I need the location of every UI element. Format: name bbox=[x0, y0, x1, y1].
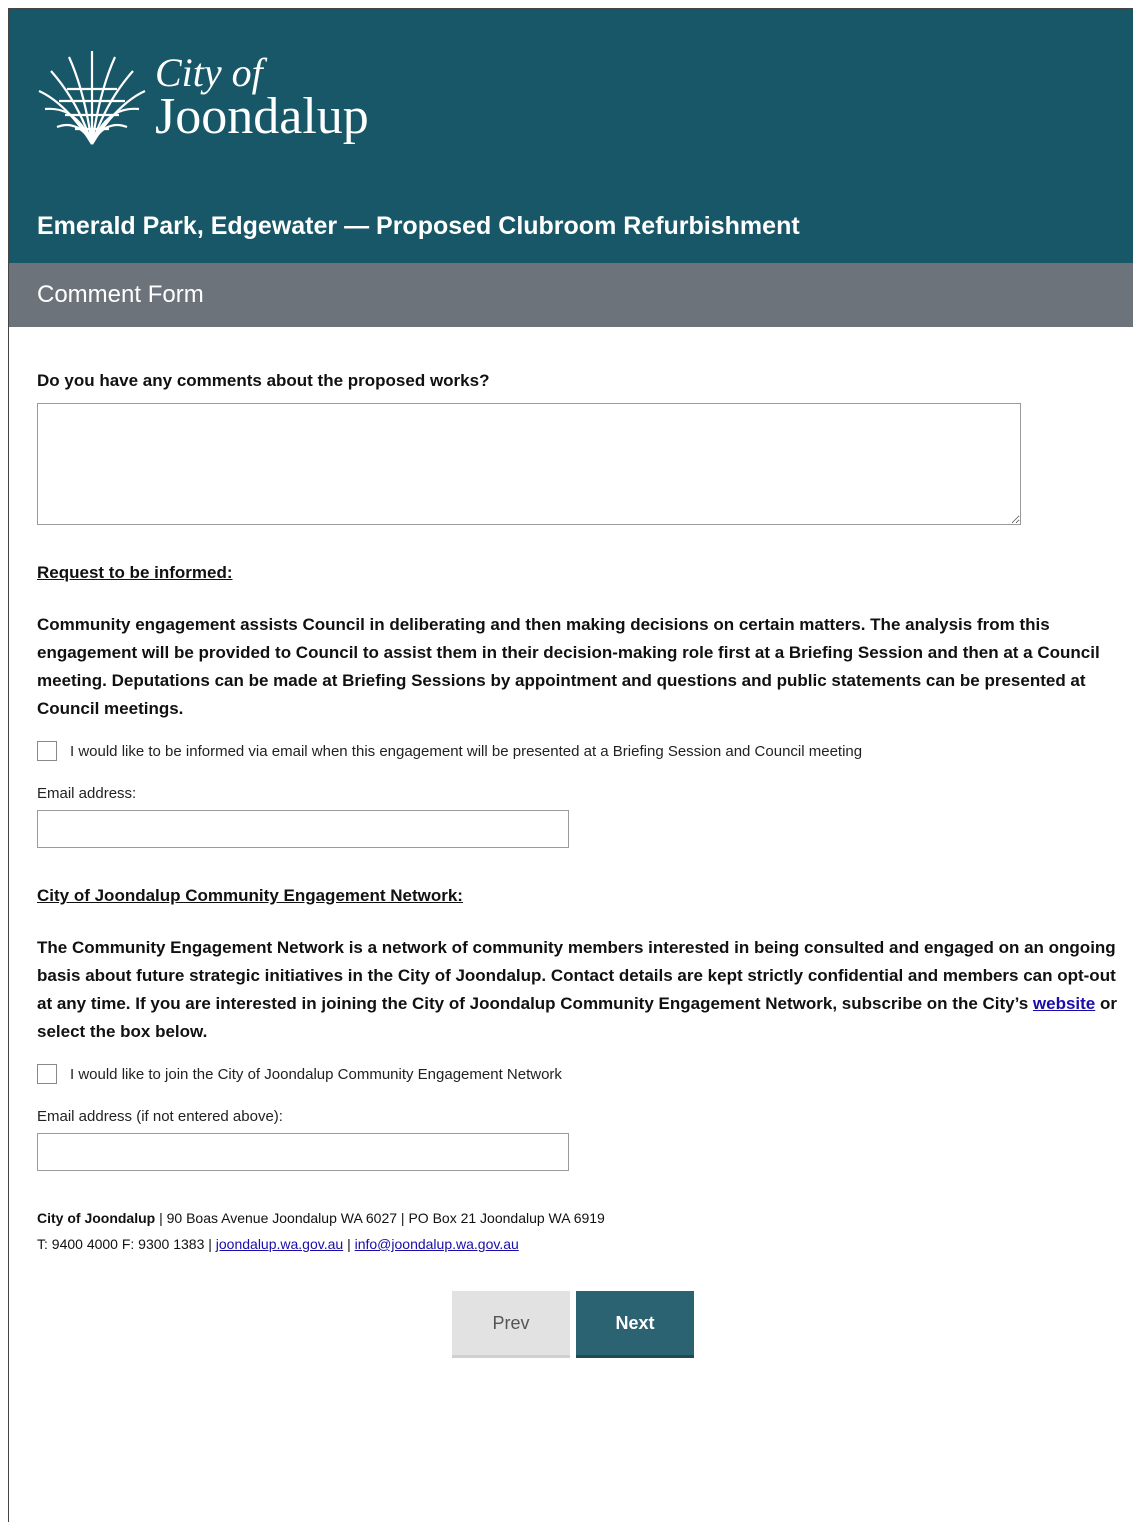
network-section-heading: City of Joondalup Community Engagement N… bbox=[37, 886, 463, 905]
footer-separator: | bbox=[343, 1236, 355, 1252]
network-paragraph: The Community Engagement Network is a ne… bbox=[37, 934, 1122, 1046]
website-link[interactable]: website bbox=[1033, 994, 1095, 1013]
informed-checkbox-label: I would like to be informed via email wh… bbox=[70, 742, 863, 760]
comments-question-label: Do you have any comments about the propo… bbox=[37, 371, 490, 390]
network-paragraph-text: The Community Engagement Network is a ne… bbox=[37, 938, 1116, 1013]
footer-address: | 90 Boas Avenue Joondalup WA 6027 | PO … bbox=[155, 1210, 605, 1226]
next-button[interactable]: Next bbox=[576, 1291, 694, 1355]
email-label: Email address: bbox=[37, 785, 137, 802]
prev-button[interactable]: Prev bbox=[452, 1291, 570, 1355]
network-checkbox-label: I would like to join the City of Joondal… bbox=[70, 1065, 562, 1083]
footer-line-1: City of Joondalup | 90 Boas Avenue Joond… bbox=[37, 1205, 1133, 1231]
network-email-input[interactable] bbox=[37, 1133, 569, 1171]
network-email-label: Email address (if not entered above): bbox=[37, 1108, 283, 1125]
network-checkbox-row: I would like to join the City of Joondal… bbox=[37, 1064, 1133, 1084]
nav-buttons: Prev Next bbox=[25, 1291, 1121, 1355]
logo-line-2: Joondalup bbox=[155, 88, 369, 145]
page-frame: City of Joondalup Emerald Park, Edgewate… bbox=[8, 8, 1133, 1522]
email-input[interactable] bbox=[37, 810, 569, 848]
informed-section-heading: Request to be informed: bbox=[37, 563, 233, 582]
footer-email-link[interactable]: info@joondalup.wa.gov.au bbox=[355, 1236, 519, 1252]
footer-website-link[interactable]: joondalup.wa.gov.au bbox=[216, 1236, 343, 1252]
footer-org: City of Joondalup bbox=[37, 1210, 156, 1226]
logo-line-1: City of bbox=[155, 50, 263, 95]
city-logo-icon bbox=[38, 51, 146, 145]
network-checkbox[interactable] bbox=[37, 1064, 57, 1084]
comments-textarea[interactable] bbox=[37, 403, 1021, 525]
form-title-bar: Comment Form bbox=[9, 263, 1133, 327]
form-content: Do you have any comments about the propo… bbox=[9, 371, 1133, 1355]
footer-phone: T: 9400 4000 F: 9300 1383 | bbox=[37, 1236, 216, 1252]
page-title: Emerald Park, Edgewater — Proposed Clubr… bbox=[37, 212, 800, 240]
footer-line-2: T: 9400 4000 F: 9300 1383 | joondalup.wa… bbox=[37, 1231, 1133, 1257]
header-banner: City of Joondalup Emerald Park, Edgewate… bbox=[9, 9, 1133, 263]
informed-paragraph: Community engagement assists Council in … bbox=[37, 615, 1100, 718]
contact-footer: City of Joondalup | 90 Boas Avenue Joond… bbox=[37, 1205, 1133, 1257]
logo-wordmark: City of Joondalup bbox=[155, 53, 369, 143]
informed-checkbox-row: I would like to be informed via email wh… bbox=[37, 741, 1133, 761]
informed-checkbox[interactable] bbox=[37, 741, 57, 761]
